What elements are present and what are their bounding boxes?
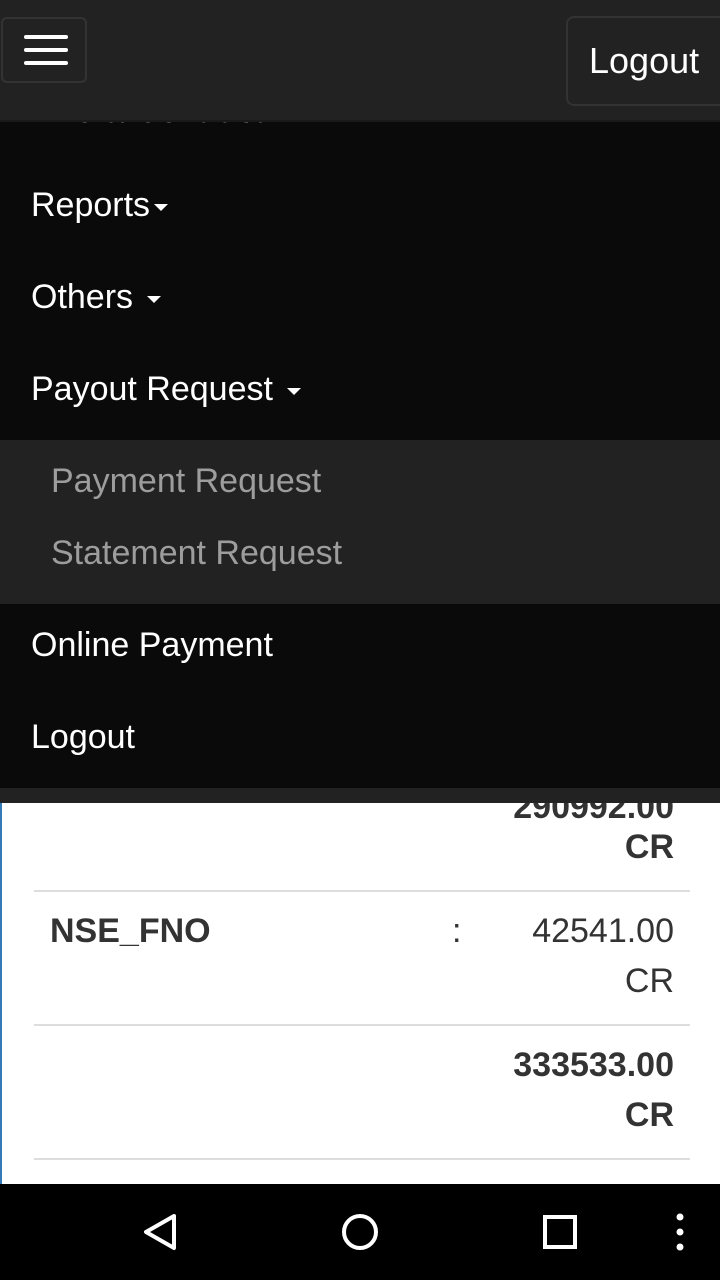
menu-item-reports[interactable]: Reports [31, 186, 169, 225]
submenu-item-payment-request[interactable]: Payment Request [51, 462, 321, 501]
submenu-item-statement-request[interactable]: Statement Request [51, 534, 342, 573]
label: Reports [31, 186, 151, 224]
nav-menu: Bills & Contract Reports Others Payout R… [0, 122, 720, 788]
caret-down-icon [147, 295, 162, 303]
table-row: 333533.00 CR [34, 1026, 690, 1160]
caret-down-icon [154, 203, 169, 211]
suffix: CR [624, 962, 674, 1000]
suffix: CR [624, 828, 674, 866]
menu-item-payout-request[interactable]: Payout Request [31, 370, 301, 409]
label: Payout Request [31, 370, 273, 408]
suffix: CR [624, 1096, 674, 1134]
menu-toggle-button[interactable] [1, 17, 87, 83]
menu-bottom-border [0, 788, 720, 803]
caret-down-icon [286, 387, 301, 395]
home-icon[interactable] [340, 1212, 380, 1252]
total-value: 333533.00 [513, 1046, 674, 1084]
value: 42541.00 [532, 912, 674, 950]
more-icon[interactable] [674, 1212, 686, 1252]
menu-item-bills-contract[interactable]: Bills & Contract [31, 122, 263, 131]
logout-button[interactable]: Logout [566, 16, 720, 106]
back-icon[interactable] [140, 1212, 180, 1252]
payout-submenu: Payment Request Statement Request [0, 440, 720, 604]
segment-name: NSE_FNO [50, 912, 211, 950]
label: Others [31, 278, 134, 316]
table-row: NSE_FNO : 42541.00 CR [34, 892, 690, 1026]
navbar: Logout [0, 0, 720, 122]
menu-item-others[interactable]: Others [31, 278, 162, 317]
separator: : [452, 912, 462, 950]
menu-item-online-payment[interactable]: Online Payment [31, 626, 273, 665]
balance-table: 290992.00 CR NSE_FNO : 42541.00 CR 33353… [0, 780, 720, 1184]
recents-icon[interactable] [542, 1214, 578, 1250]
android-nav-bar [0, 1184, 720, 1280]
menu-item-logout[interactable]: Logout [31, 718, 135, 757]
